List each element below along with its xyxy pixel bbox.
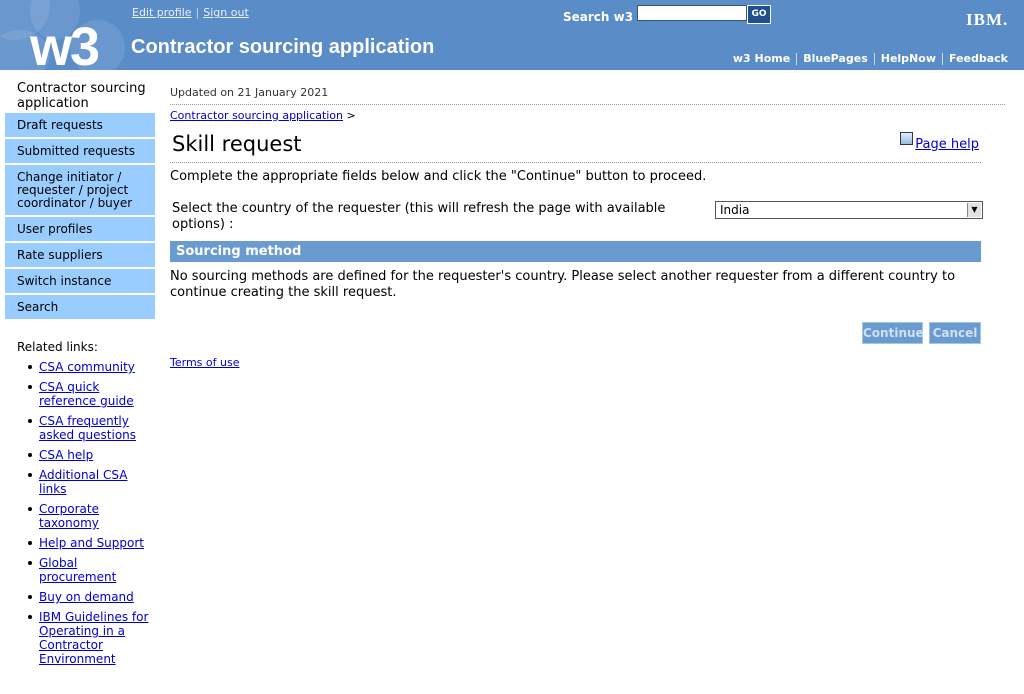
list-item: CSA help: [28, 448, 152, 462]
app-title: Contractor sourcing application: [131, 36, 435, 58]
related-link-csa-faq[interactable]: CSA frequently asked questions: [39, 414, 136, 442]
sidebar-item-search[interactable]: Search: [5, 295, 155, 319]
list-item: Buy on demand: [28, 590, 152, 604]
button-row: Continue Cancel: [170, 322, 981, 344]
related-links: Related links: CSA community CSA quick r…: [17, 340, 152, 672]
page-title: Skill request: [172, 132, 302, 156]
related-link-global-procurement[interactable]: Global procurement: [39, 556, 116, 584]
main-content: Updated on 21 January 2021 Contractor so…: [170, 86, 1005, 369]
list-item: CSA frequently asked questions: [28, 414, 152, 442]
w3-logo[interactable]: w3: [30, 20, 100, 70]
page-help-link[interactable]: Page help: [915, 137, 979, 152]
terms-of-use-link[interactable]: Terms of use: [170, 356, 239, 369]
search-input[interactable]: [637, 5, 747, 21]
list-item: Help and Support: [28, 536, 152, 550]
related-links-label: Related links:: [17, 340, 98, 354]
related-link-corporate-taxonomy[interactable]: Corporate taxonomy: [39, 502, 99, 530]
list-item: IBM Guidelines for Operating in a Contra…: [28, 610, 152, 666]
nav-w3-home[interactable]: w3 Home: [733, 52, 790, 65]
search-go-button[interactable]: GO: [747, 5, 771, 24]
related-link-csa-quick-reference[interactable]: CSA quick reference guide: [39, 380, 134, 408]
sign-out-link[interactable]: Sign out: [203, 6, 249, 19]
sidebar: Contractor sourcing application Draft re…: [5, 78, 155, 321]
list-item: Global procurement: [28, 556, 152, 584]
country-field-row: Select the country of the requester (thi…: [170, 201, 983, 235]
sidebar-item-draft-requests[interactable]: Draft requests: [5, 113, 155, 137]
list-item: Additional CSA links: [28, 468, 152, 496]
top-nav: w3 Home BluePages HelpNow Feedback: [733, 52, 1008, 65]
related-link-csa-community[interactable]: CSA community: [39, 360, 135, 374]
separator: [873, 53, 875, 65]
help-icon: [900, 132, 914, 145]
related-link-ibm-guidelines[interactable]: IBM Guidelines for Operating in a Contra…: [39, 610, 148, 666]
related-link-buy-on-demand[interactable]: Buy on demand: [39, 590, 134, 604]
sidebar-item-change-initiator[interactable]: Change initiator / requester / project c…: [5, 165, 155, 215]
edit-profile-link[interactable]: Edit profile: [132, 6, 192, 19]
nav-bluepages[interactable]: BluePages: [803, 52, 868, 65]
masthead: w3 Contractor sourcing application Edit …: [0, 0, 1024, 70]
country-label: Select the country of the requester (thi…: [172, 201, 666, 232]
sidebar-item-submitted-requests[interactable]: Submitted requests: [5, 139, 155, 163]
list-item: Corporate taxonomy: [28, 502, 152, 530]
separator: [942, 53, 943, 65]
ibm-logo[interactable]: IBM.: [966, 10, 1008, 30]
search-label: Search w3: [563, 10, 634, 24]
nav-feedback[interactable]: Feedback: [949, 52, 1008, 65]
no-methods-message: No sourcing methods are defined for the …: [170, 269, 956, 300]
sidebar-title: Contractor sourcing application: [17, 81, 146, 111]
country-select[interactable]: India ▼: [715, 201, 983, 219]
cancel-button[interactable]: Cancel: [929, 322, 981, 344]
breadcrumb: Contractor sourcing application >: [170, 109, 1005, 122]
related-link-csa-help[interactable]: CSA help: [39, 448, 93, 462]
chevron-down-icon[interactable]: ▼: [967, 203, 981, 217]
sidebar-item-user-profiles[interactable]: User profiles: [5, 217, 155, 241]
breadcrumb-link[interactable]: Contractor sourcing application: [170, 109, 343, 122]
list-item: CSA quick reference guide: [28, 380, 152, 408]
user-links: Edit profile | Sign out: [132, 6, 249, 19]
nav-helpnow[interactable]: HelpNow: [881, 52, 936, 65]
sidebar-item-switch-instance[interactable]: Switch instance: [5, 269, 155, 293]
related-links-list: CSA community CSA quick reference guide …: [17, 360, 152, 666]
instructions: Complete the appropriate fields below an…: [170, 169, 707, 184]
continue-button[interactable]: Continue: [862, 322, 924, 344]
breadcrumb-separator: >: [346, 109, 356, 122]
page-header: Skill request Page help: [170, 132, 981, 163]
country-select-value: India: [720, 203, 750, 217]
updated-date: Updated on 21 January 2021: [170, 86, 1005, 105]
terms-of-use: Terms of use: [170, 356, 1005, 369]
related-link-additional-csa[interactable]: Additional CSA links: [39, 468, 127, 496]
sidebar-item-rate-suppliers[interactable]: Rate suppliers: [5, 243, 155, 267]
separator: |: [195, 6, 200, 19]
section-header-sourcing-method: Sourcing method: [170, 241, 981, 262]
page-help: Page help: [900, 132, 979, 152]
list-item: CSA community: [28, 360, 152, 374]
separator: [796, 53, 798, 65]
related-link-help-support[interactable]: Help and Support: [39, 536, 144, 550]
